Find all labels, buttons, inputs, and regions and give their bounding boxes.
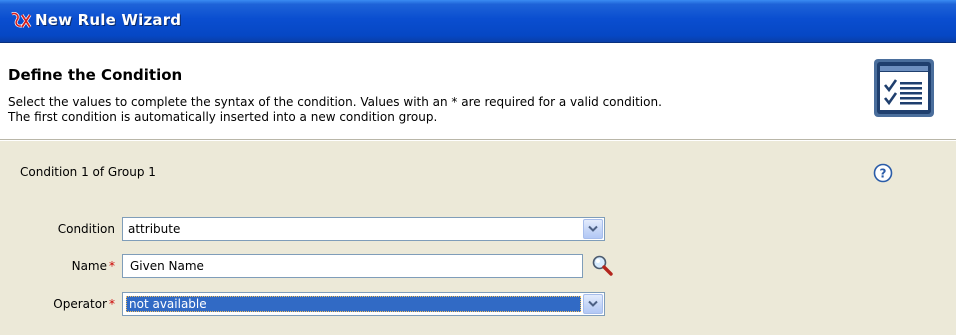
svg-text:?: ? — [880, 167, 887, 181]
wizard-rule-icon — [11, 12, 32, 28]
window-title: New Rule Wizard — [35, 11, 182, 29]
condition-dropdown-button[interactable] — [583, 219, 603, 239]
wizard-header: Define the Condition Select the values t… — [0, 44, 956, 140]
condition-group-label: Condition 1 of Group 1 — [20, 165, 156, 179]
condition-select-value: attribute — [128, 222, 181, 236]
magnifier-icon[interactable] — [591, 254, 613, 276]
required-marker: * — [109, 259, 115, 273]
condition-select[interactable]: attribute — [122, 217, 605, 241]
operator-label: Operator * — [53, 297, 115, 311]
description-line-1: Select the values to complete the syntax… — [8, 95, 662, 109]
page-description: Select the values to complete the syntax… — [8, 95, 662, 125]
operator-select-value: not available — [129, 297, 207, 311]
title-bar: New Rule Wizard — [0, 0, 956, 43]
checklist-icon — [874, 59, 934, 117]
name-input[interactable] — [123, 255, 582, 277]
operator-select[interactable]: not available — [122, 292, 605, 316]
chevron-down-icon — [588, 300, 598, 307]
chevron-down-icon — [588, 225, 598, 232]
operator-dropdown-button[interactable] — [583, 294, 603, 314]
help-icon[interactable]: ? — [873, 163, 893, 183]
page-title: Define the Condition — [8, 66, 183, 84]
description-line-2: The first condition is automatically ins… — [8, 110, 438, 124]
operator-selected-highlight: not available — [126, 296, 581, 312]
condition-panel: Condition 1 of Group 1 ? Condition attri… — [0, 141, 956, 335]
new-rule-wizard-window: New Rule Wizard Define the Condition Sel… — [0, 0, 956, 335]
name-field[interactable] — [122, 254, 583, 278]
condition-label: Condition — [57, 222, 115, 236]
required-marker: * — [109, 297, 115, 311]
name-label: Name * — [71, 259, 115, 273]
